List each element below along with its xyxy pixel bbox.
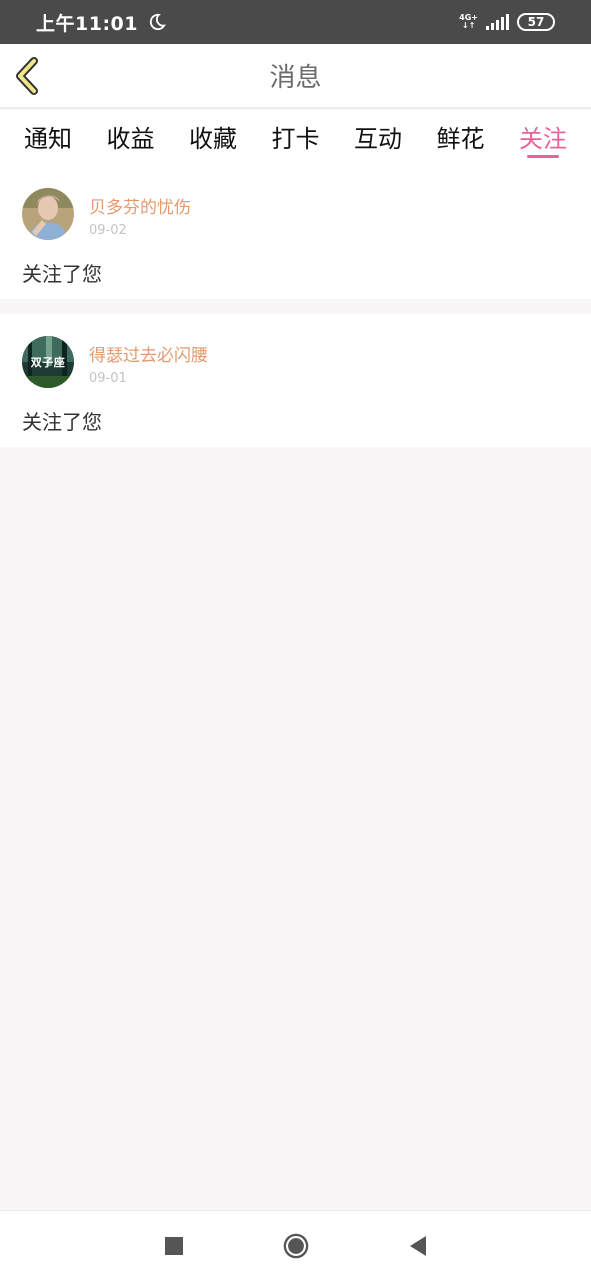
avatar[interactable] <box>22 188 74 240</box>
tab-favorites[interactable]: 收藏 <box>189 110 237 166</box>
tab-bar: 通知 收益 收藏 打卡 互动 鲜花 关注 <box>0 110 591 166</box>
tab-notice[interactable]: 通知 <box>24 110 72 166</box>
date: 09-01 <box>89 371 127 386</box>
status-time: 上午11:01 <box>36 12 138 35</box>
circle-icon <box>283 1233 308 1258</box>
recents-button[interactable] <box>161 1233 187 1259</box>
network-indicator: 4G+ ↓↑ <box>459 13 478 30</box>
date: 09-02 <box>89 223 127 238</box>
list-item[interactable]: 贝多芬的忧伤 09-02 关注了您 <box>0 166 591 299</box>
battery-icon: 57 <box>517 13 555 31</box>
signal-icon <box>486 14 509 30</box>
square-icon <box>164 1236 183 1255</box>
app-header: 消息 <box>0 44 591 109</box>
notification-list: 贝多芬的忧伤 09-02 关注了您 双子座 得瑟过去必闪腰 09-01 关注了您 <box>0 166 591 447</box>
chevron-left-icon <box>16 57 38 95</box>
moon-icon <box>149 13 166 31</box>
username[interactable]: 得瑟过去必闪腰 <box>89 341 208 366</box>
back-nav-button[interactable] <box>405 1233 431 1259</box>
home-button[interactable] <box>283 1233 309 1259</box>
tab-interaction[interactable]: 互动 <box>354 110 402 166</box>
system-nav-bar <box>0 1210 591 1280</box>
action-text: 关注了您 <box>22 410 102 434</box>
tab-earnings[interactable]: 收益 <box>107 110 155 166</box>
tab-flowers[interactable]: 鲜花 <box>437 110 485 166</box>
action-text: 关注了您 <box>22 262 102 286</box>
back-button[interactable] <box>12 56 46 96</box>
triangle-back-icon <box>409 1235 426 1256</box>
list-item[interactable]: 双子座 得瑟过去必闪腰 09-01 关注了您 <box>0 314 591 447</box>
username[interactable]: 贝多芬的忧伤 <box>89 193 191 218</box>
avatar[interactable]: 双子座 <box>22 336 74 388</box>
status-bar: 上午11:01 4G+ ↓↑ 57 <box>0 0 591 44</box>
tab-follow[interactable]: 关注 <box>519 110 567 166</box>
page-title: 消息 <box>269 63 322 93</box>
avatar-label: 双子座 <box>30 356 66 369</box>
tab-checkin[interactable]: 打卡 <box>272 110 320 166</box>
